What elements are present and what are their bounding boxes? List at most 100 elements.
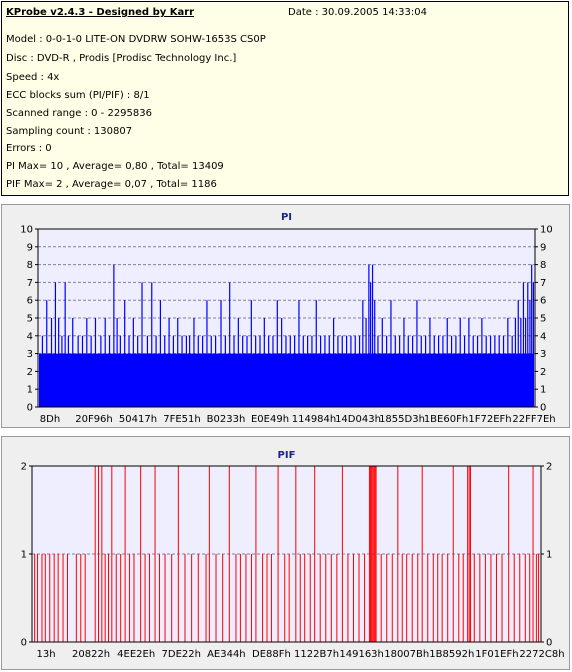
data-bar [328,335,330,407]
x-tick-label: B0233h [207,414,246,425]
x-tick-label: E0E49h [251,414,289,425]
data-bar [149,554,151,642]
data-bar [53,554,55,642]
data-bar [391,554,393,642]
data-bar [489,335,492,407]
data-bar [250,554,252,642]
data-bar [406,554,408,642]
data-bar [420,335,422,407]
data-bar [202,335,204,407]
data-bar [84,554,86,642]
y-tick-label-right: 9 [540,242,546,253]
data-bar [358,554,360,642]
data-bar [120,554,122,642]
data-bar [168,318,170,407]
data-bar [242,335,244,407]
y-tick-label-left: 7 [27,278,33,289]
data-bar [429,318,431,407]
data-bar [495,554,497,642]
x-tick-label: 4EE2Eh [117,649,155,660]
info-speed: Speed : 4x [6,72,60,83]
data-bar [281,318,283,407]
y-tick-label-right: 10 [540,225,553,236]
data-bar [37,554,39,642]
x-tick-label: 7FE51h [163,414,201,425]
y-tick-label-right: 8 [540,260,546,271]
pif-chart: PIF 0 0 1 1 2 2 13h 20822h 4EE2Eh 7DE22h AE344h DE88… [21,450,565,660]
info-pif-summary: PIF Max= 2 , Average= 0,07 , Total= 1186 [6,179,217,190]
data-bar [49,554,51,642]
data-bar [57,554,59,642]
data-bar [266,554,268,642]
data-bar [94,318,97,407]
data-bar [155,335,157,407]
data-bar [370,282,372,407]
data-bar [441,554,443,642]
data-bar [341,335,343,407]
data-bar [233,335,235,407]
data-bar [284,554,286,642]
data-bar [507,318,509,407]
data-bar [532,282,535,407]
x-tick-label: 149163h [339,649,384,660]
data-bar [437,554,439,642]
data-bar [140,466,142,642]
data-bar [370,466,372,642]
data-bar [66,554,68,642]
data-bar [479,554,481,642]
data-bar [259,335,261,407]
data-bar [309,554,311,642]
data-bar [224,335,226,407]
chart-title: PI [281,212,292,223]
data-bar [115,554,117,642]
data-bar [276,300,278,407]
data-bar [302,335,304,407]
data-bar [107,554,109,642]
data-bar [208,466,210,642]
data-bar [524,554,526,642]
y-tick-label-right: 1 [540,385,546,396]
data-bar [386,335,388,407]
pif-chart-panel: PIF 0 0 1 1 2 2 13h 20822h 4EE2Eh 7DE22h AE344h DE88… [1,436,570,670]
data-bar [484,554,486,642]
x-tick-label: 18007Bh [384,649,429,660]
data-bar [181,335,183,407]
data-bar [532,466,534,642]
y-tick-label-left: 6 [27,296,33,307]
data-bar [250,300,252,407]
info-disc: Disc : DVD-R , Prodis [Prodisc Technolog… [6,53,237,64]
data-bar [433,335,435,407]
data-bar [377,335,379,407]
x-tick-label: 14D043h [335,414,381,425]
y-tick-label-right: 3 [540,349,546,360]
data-bar [458,554,460,642]
data-bar [336,554,338,642]
data-bar [171,554,173,642]
data-bar [442,335,444,407]
y-tick-label-right: 0 [546,638,552,649]
x-tick-label: 2272C8h [519,649,564,660]
pi-chart: PI 0 0 1 1 2 2 3 3 4 4 5 5 6 6 7 7 8 8 9 9 10 10 8Dh 20F96h 50417… [20,212,555,425]
data-bar [401,554,403,642]
data-bar [473,554,475,642]
data-bar [455,335,457,407]
data-bar [67,335,70,407]
data-bar [494,335,496,407]
data-bar [354,335,356,407]
x-tick-label: 22FF7Eh [512,414,555,425]
data-bar [511,335,513,407]
data-bar [468,318,470,407]
y-tick-label-left: 1 [27,385,33,396]
data-bar [235,554,237,642]
x-tick-label: 1BE60Fh [424,414,468,425]
data-bar [527,282,529,407]
x-tick-label: AE344h [207,649,246,660]
data-bar [50,318,53,407]
y-tick-label-left: 3 [27,349,33,360]
data-bar [345,335,348,407]
data-bar [100,335,102,407]
data-bar [132,318,134,407]
data-bar [75,554,77,642]
info-scanned-range: Scanned range : 0 - 2295836 [6,108,152,119]
data-bar [374,300,376,407]
